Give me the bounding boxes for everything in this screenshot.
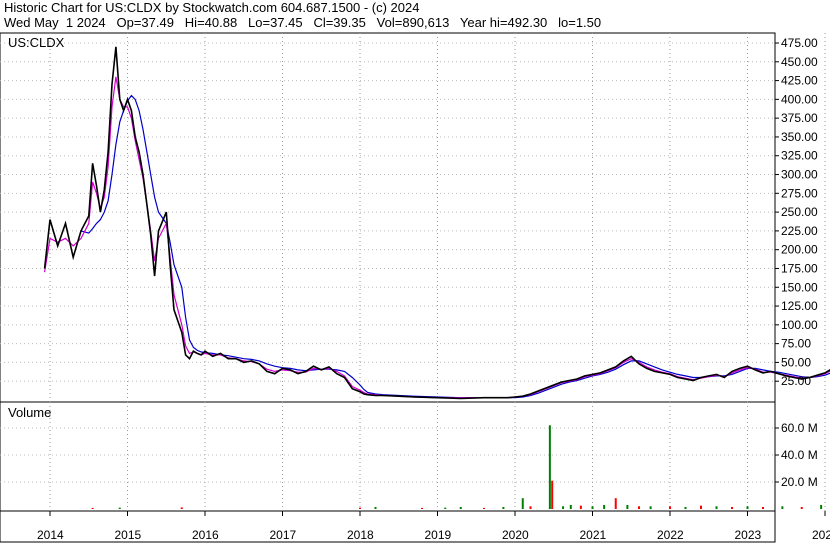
year-label: 2020 <box>502 528 529 542</box>
price-tick-label: 125.00 <box>781 299 818 313</box>
price-panel-frame <box>0 32 776 403</box>
volume-tick-label: 60.0 M <box>781 421 818 435</box>
year-label: 2014 <box>37 528 64 542</box>
volume-bar <box>374 506 377 509</box>
year-axis-ticks: 2014 2015 2016 2017 2018 2019 2020 2021 2022 2023… <box>37 511 830 542</box>
price-tick-label: 250.00 <box>781 205 818 219</box>
year-label: 2016 <box>192 528 219 542</box>
year-label: 2021 <box>580 528 607 542</box>
volume-bar <box>591 506 594 509</box>
volume-bar <box>483 507 485 509</box>
price-tick-label: 225.00 <box>781 224 818 238</box>
volume-bar <box>684 506 687 509</box>
price-tick-label: 325.00 <box>781 149 818 163</box>
volume-bar <box>91 507 94 509</box>
volume-bar <box>731 506 733 509</box>
price-tick-label: 475.00 <box>781 36 818 50</box>
price-tick-label: 300.00 <box>781 168 818 182</box>
volume-bar <box>459 506 462 509</box>
year-label: 2018 <box>347 528 374 542</box>
price-tick-label: 275.00 <box>781 186 818 200</box>
volume-bar <box>700 505 702 509</box>
volume-bar <box>444 507 447 509</box>
price-tick-label: 350.00 <box>781 130 818 144</box>
volume-bar <box>800 506 803 509</box>
year-label: 2015 <box>115 528 142 542</box>
volume-bar <box>548 425 551 509</box>
volume-title: Volume <box>8 405 51 420</box>
year-label: 2022 <box>657 528 684 542</box>
price-tick-label: 75.00 <box>781 337 811 351</box>
volume-bar <box>649 506 652 509</box>
price-tick-label: 150.00 <box>781 280 818 294</box>
volume-bar <box>359 507 361 509</box>
volume-bar <box>569 504 572 509</box>
volume-tick-label: 40.0 M <box>781 448 818 462</box>
year-label: 2019 <box>425 528 452 542</box>
volume-bar <box>521 498 524 509</box>
volume-bar <box>180 507 183 509</box>
volume-axis-ticks: 60.0 M 40.0 M 20.0 M <box>775 421 818 489</box>
volume-bar <box>118 507 121 509</box>
year-label: 2024 <box>812 528 830 542</box>
volume-grid <box>0 402 826 511</box>
volume-bar <box>529 506 532 509</box>
volume-bar <box>603 504 606 509</box>
price-tick-label: 175.00 <box>781 261 818 275</box>
volume-bar <box>781 506 784 509</box>
volume-bar <box>746 506 749 509</box>
price-tick-label: 100.00 <box>781 318 818 332</box>
year-label: 2017 <box>270 528 297 542</box>
price-tick-label: 375.00 <box>781 111 818 125</box>
year-label: 2023 <box>735 528 762 542</box>
volume-bars <box>91 425 823 509</box>
volume-bar <box>551 480 554 509</box>
volume-bar <box>762 506 764 509</box>
volume-tick-label: 20.0 M <box>781 475 818 489</box>
price-axis-ticks: 475.00 450.00 425.00 400.00 375.00 350.00 325.… <box>775 36 818 388</box>
volume-bar <box>715 506 718 509</box>
price-tick-label: 425.00 <box>781 74 818 88</box>
stock-chart: 475.00 450.00 425.00 400.00 375.00 350.00 325.… <box>0 32 830 543</box>
volume-bar <box>421 507 423 509</box>
price-tick-label: 450.00 <box>781 55 818 69</box>
symbol-label: US:CLDX <box>8 35 65 50</box>
volume-bar <box>502 506 505 509</box>
price-tick-label: 400.00 <box>781 92 818 106</box>
volume-bar <box>579 505 582 509</box>
volume-bar <box>614 498 617 509</box>
price-tick-label: 50.00 <box>781 355 811 369</box>
volume-bar <box>669 506 671 509</box>
price-tick-label: 200.00 <box>781 243 818 257</box>
volume-bar <box>820 504 823 509</box>
volume-bar <box>562 506 565 509</box>
volume-bar <box>638 506 640 509</box>
price-tick-label: 25.00 <box>781 374 811 388</box>
price-grid <box>0 33 826 402</box>
volume-bar <box>626 504 629 509</box>
volume-panel-frame <box>0 401 776 512</box>
